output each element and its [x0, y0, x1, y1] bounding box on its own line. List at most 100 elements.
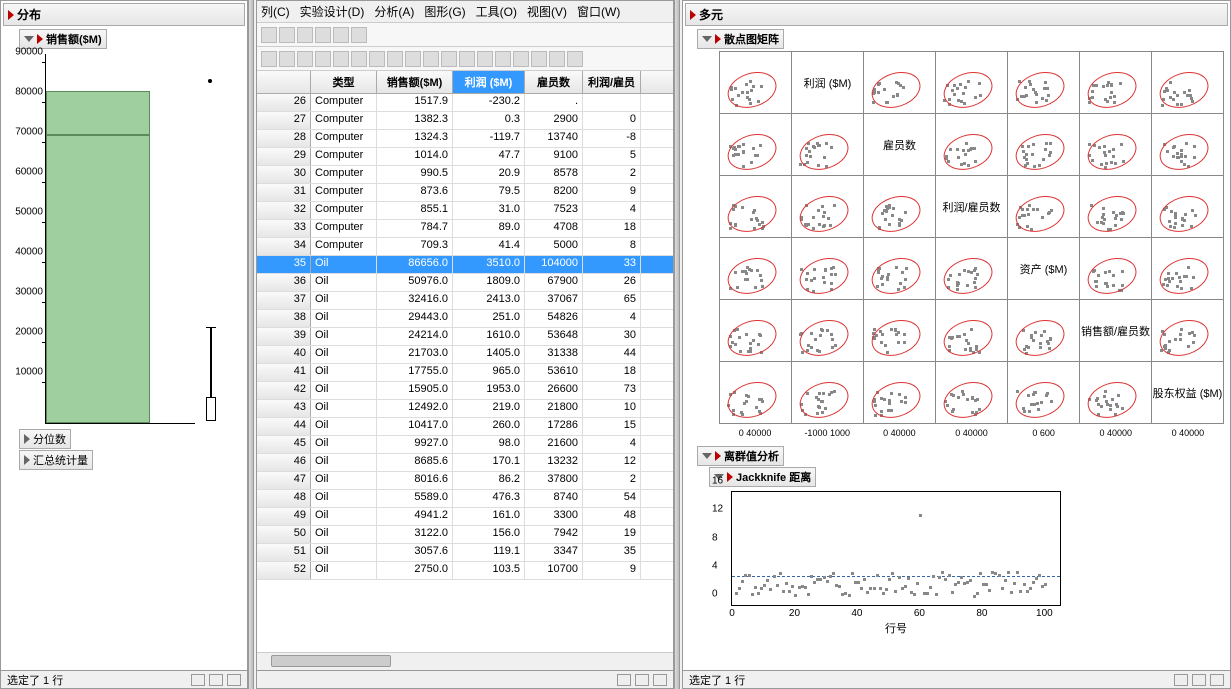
- cell[interactable]: 26600: [525, 382, 583, 399]
- splom-cell[interactable]: [1080, 176, 1152, 238]
- cell[interactable]: Computer: [311, 184, 377, 201]
- cell[interactable]: 3300: [525, 508, 583, 525]
- toolbar-button[interactable]: [297, 27, 313, 43]
- cell[interactable]: 54: [583, 490, 641, 507]
- cell[interactable]: 18: [583, 364, 641, 381]
- status-icon[interactable]: [617, 674, 631, 686]
- cell[interactable]: 3347: [525, 544, 583, 561]
- splom-cell[interactable]: [936, 362, 1008, 424]
- splom-cell[interactable]: [1008, 52, 1080, 114]
- splom-cell[interactable]: [792, 114, 864, 176]
- row-number[interactable]: 38: [257, 310, 311, 327]
- splom-cell[interactable]: [936, 114, 1008, 176]
- row-number[interactable]: 27: [257, 112, 311, 129]
- cell[interactable]: 29443.0: [377, 310, 453, 327]
- table-row[interactable]: 45Oil9927.098.0216004: [257, 436, 673, 454]
- toolbar-button[interactable]: [513, 51, 529, 67]
- cell[interactable]: Oil: [311, 346, 377, 363]
- toolbar-button[interactable]: [369, 51, 385, 67]
- splom-cell[interactable]: [792, 176, 864, 238]
- cell[interactable]: 9: [583, 184, 641, 201]
- splom-cell[interactable]: [864, 176, 936, 238]
- splitter[interactable]: [674, 0, 680, 689]
- toolbar-button[interactable]: [351, 51, 367, 67]
- cell[interactable]: 53610: [525, 364, 583, 381]
- cell[interactable]: 161.0: [453, 508, 525, 525]
- cell[interactable]: 31.0: [453, 202, 525, 219]
- cell[interactable]: 0.3: [453, 112, 525, 129]
- cell[interactable]: -230.2: [453, 94, 525, 111]
- status-icon[interactable]: [653, 674, 667, 686]
- table-row[interactable]: 30Computer990.520.985782: [257, 166, 673, 184]
- cell[interactable]: 17286: [525, 418, 583, 435]
- table-row[interactable]: 43Oil12492.0219.02180010: [257, 400, 673, 418]
- splom-cell[interactable]: [1008, 362, 1080, 424]
- splom-cell[interactable]: [720, 176, 792, 238]
- row-number[interactable]: 46: [257, 454, 311, 471]
- chevron-down-icon[interactable]: [702, 453, 712, 459]
- cell[interactable]: 2750.0: [377, 562, 453, 579]
- table-row[interactable]: 41Oil17755.0965.05361018: [257, 364, 673, 382]
- row-number[interactable]: 51: [257, 544, 311, 561]
- cell[interactable]: .: [525, 94, 583, 111]
- table-row[interactable]: 28Computer1324.3-119.713740-8: [257, 130, 673, 148]
- scatterplot-matrix[interactable]: 利润 ($M)雇员数利润/雇员数资产 ($M)销售额/雇员数股东权益 ($M): [719, 51, 1224, 424]
- cell[interactable]: 251.0: [453, 310, 525, 327]
- collapse-icon[interactable]: [8, 10, 14, 20]
- splom-cell[interactable]: [1152, 52, 1224, 114]
- row-number[interactable]: 40: [257, 346, 311, 363]
- splom-cell[interactable]: [864, 52, 936, 114]
- table-row[interactable]: 34Computer709.341.450008: [257, 238, 673, 256]
- row-number[interactable]: 39: [257, 328, 311, 345]
- cell[interactable]: 33: [583, 256, 641, 273]
- row-number[interactable]: 42: [257, 382, 311, 399]
- outlier-header[interactable]: 离群值分析: [697, 446, 784, 466]
- collapse-icon[interactable]: [690, 10, 696, 20]
- collapse-icon[interactable]: [715, 451, 721, 461]
- histogram[interactable]: 1000020000300004000050000600007000080000…: [45, 54, 195, 424]
- cell[interactable]: 1809.0: [453, 274, 525, 291]
- cell[interactable]: 26: [583, 274, 641, 291]
- cell[interactable]: 8016.6: [377, 472, 453, 489]
- column-header[interactable]: [257, 71, 311, 93]
- table-row[interactable]: 31Computer873.679.582009: [257, 184, 673, 202]
- splom-cell[interactable]: [936, 238, 1008, 300]
- cell[interactable]: Oil: [311, 544, 377, 561]
- toolbar-button[interactable]: [549, 51, 565, 67]
- cell[interactable]: 2413.0: [453, 292, 525, 309]
- toolbar-button[interactable]: [351, 27, 367, 43]
- cell[interactable]: 19: [583, 526, 641, 543]
- splom-cell[interactable]: [936, 300, 1008, 362]
- column-header[interactable]: 类型: [311, 71, 377, 93]
- cell[interactable]: 103.5: [453, 562, 525, 579]
- status-icon[interactable]: [191, 674, 205, 686]
- cell[interactable]: 37067: [525, 292, 583, 309]
- menu-item[interactable]: 分析(A): [374, 3, 414, 20]
- jk-header[interactable]: Jackknife 距离: [709, 467, 816, 487]
- row-number[interactable]: 48: [257, 490, 311, 507]
- cell[interactable]: 1382.3: [377, 112, 453, 129]
- toolbar-button[interactable]: [333, 27, 349, 43]
- cell[interactable]: 79.5: [453, 184, 525, 201]
- cell[interactable]: 21703.0: [377, 346, 453, 363]
- splom-cell[interactable]: [1080, 362, 1152, 424]
- toolbar-button[interactable]: [279, 51, 295, 67]
- cell[interactable]: 86.2: [453, 472, 525, 489]
- cell[interactable]: 89.0: [453, 220, 525, 237]
- splom-cell[interactable]: [1152, 238, 1224, 300]
- collapse-icon[interactable]: [727, 472, 733, 482]
- cell[interactable]: Oil: [311, 364, 377, 381]
- splom-cell[interactable]: [936, 52, 1008, 114]
- table-row[interactable]: 40Oil21703.01405.03133844: [257, 346, 673, 364]
- cell[interactable]: 54826: [525, 310, 583, 327]
- table-row[interactable]: 39Oil24214.01610.05364830: [257, 328, 673, 346]
- table-row[interactable]: 52Oil2750.0103.5107009: [257, 562, 673, 580]
- status-icon[interactable]: [1210, 674, 1224, 686]
- splom-cell[interactable]: [1008, 114, 1080, 176]
- menu-item[interactable]: 窗口(W): [577, 3, 620, 20]
- cell[interactable]: 1517.9: [377, 94, 453, 111]
- row-number[interactable]: 45: [257, 436, 311, 453]
- cell[interactable]: 873.6: [377, 184, 453, 201]
- table-row[interactable]: 27Computer1382.30.329000: [257, 112, 673, 130]
- chevron-down-icon[interactable]: [702, 36, 712, 42]
